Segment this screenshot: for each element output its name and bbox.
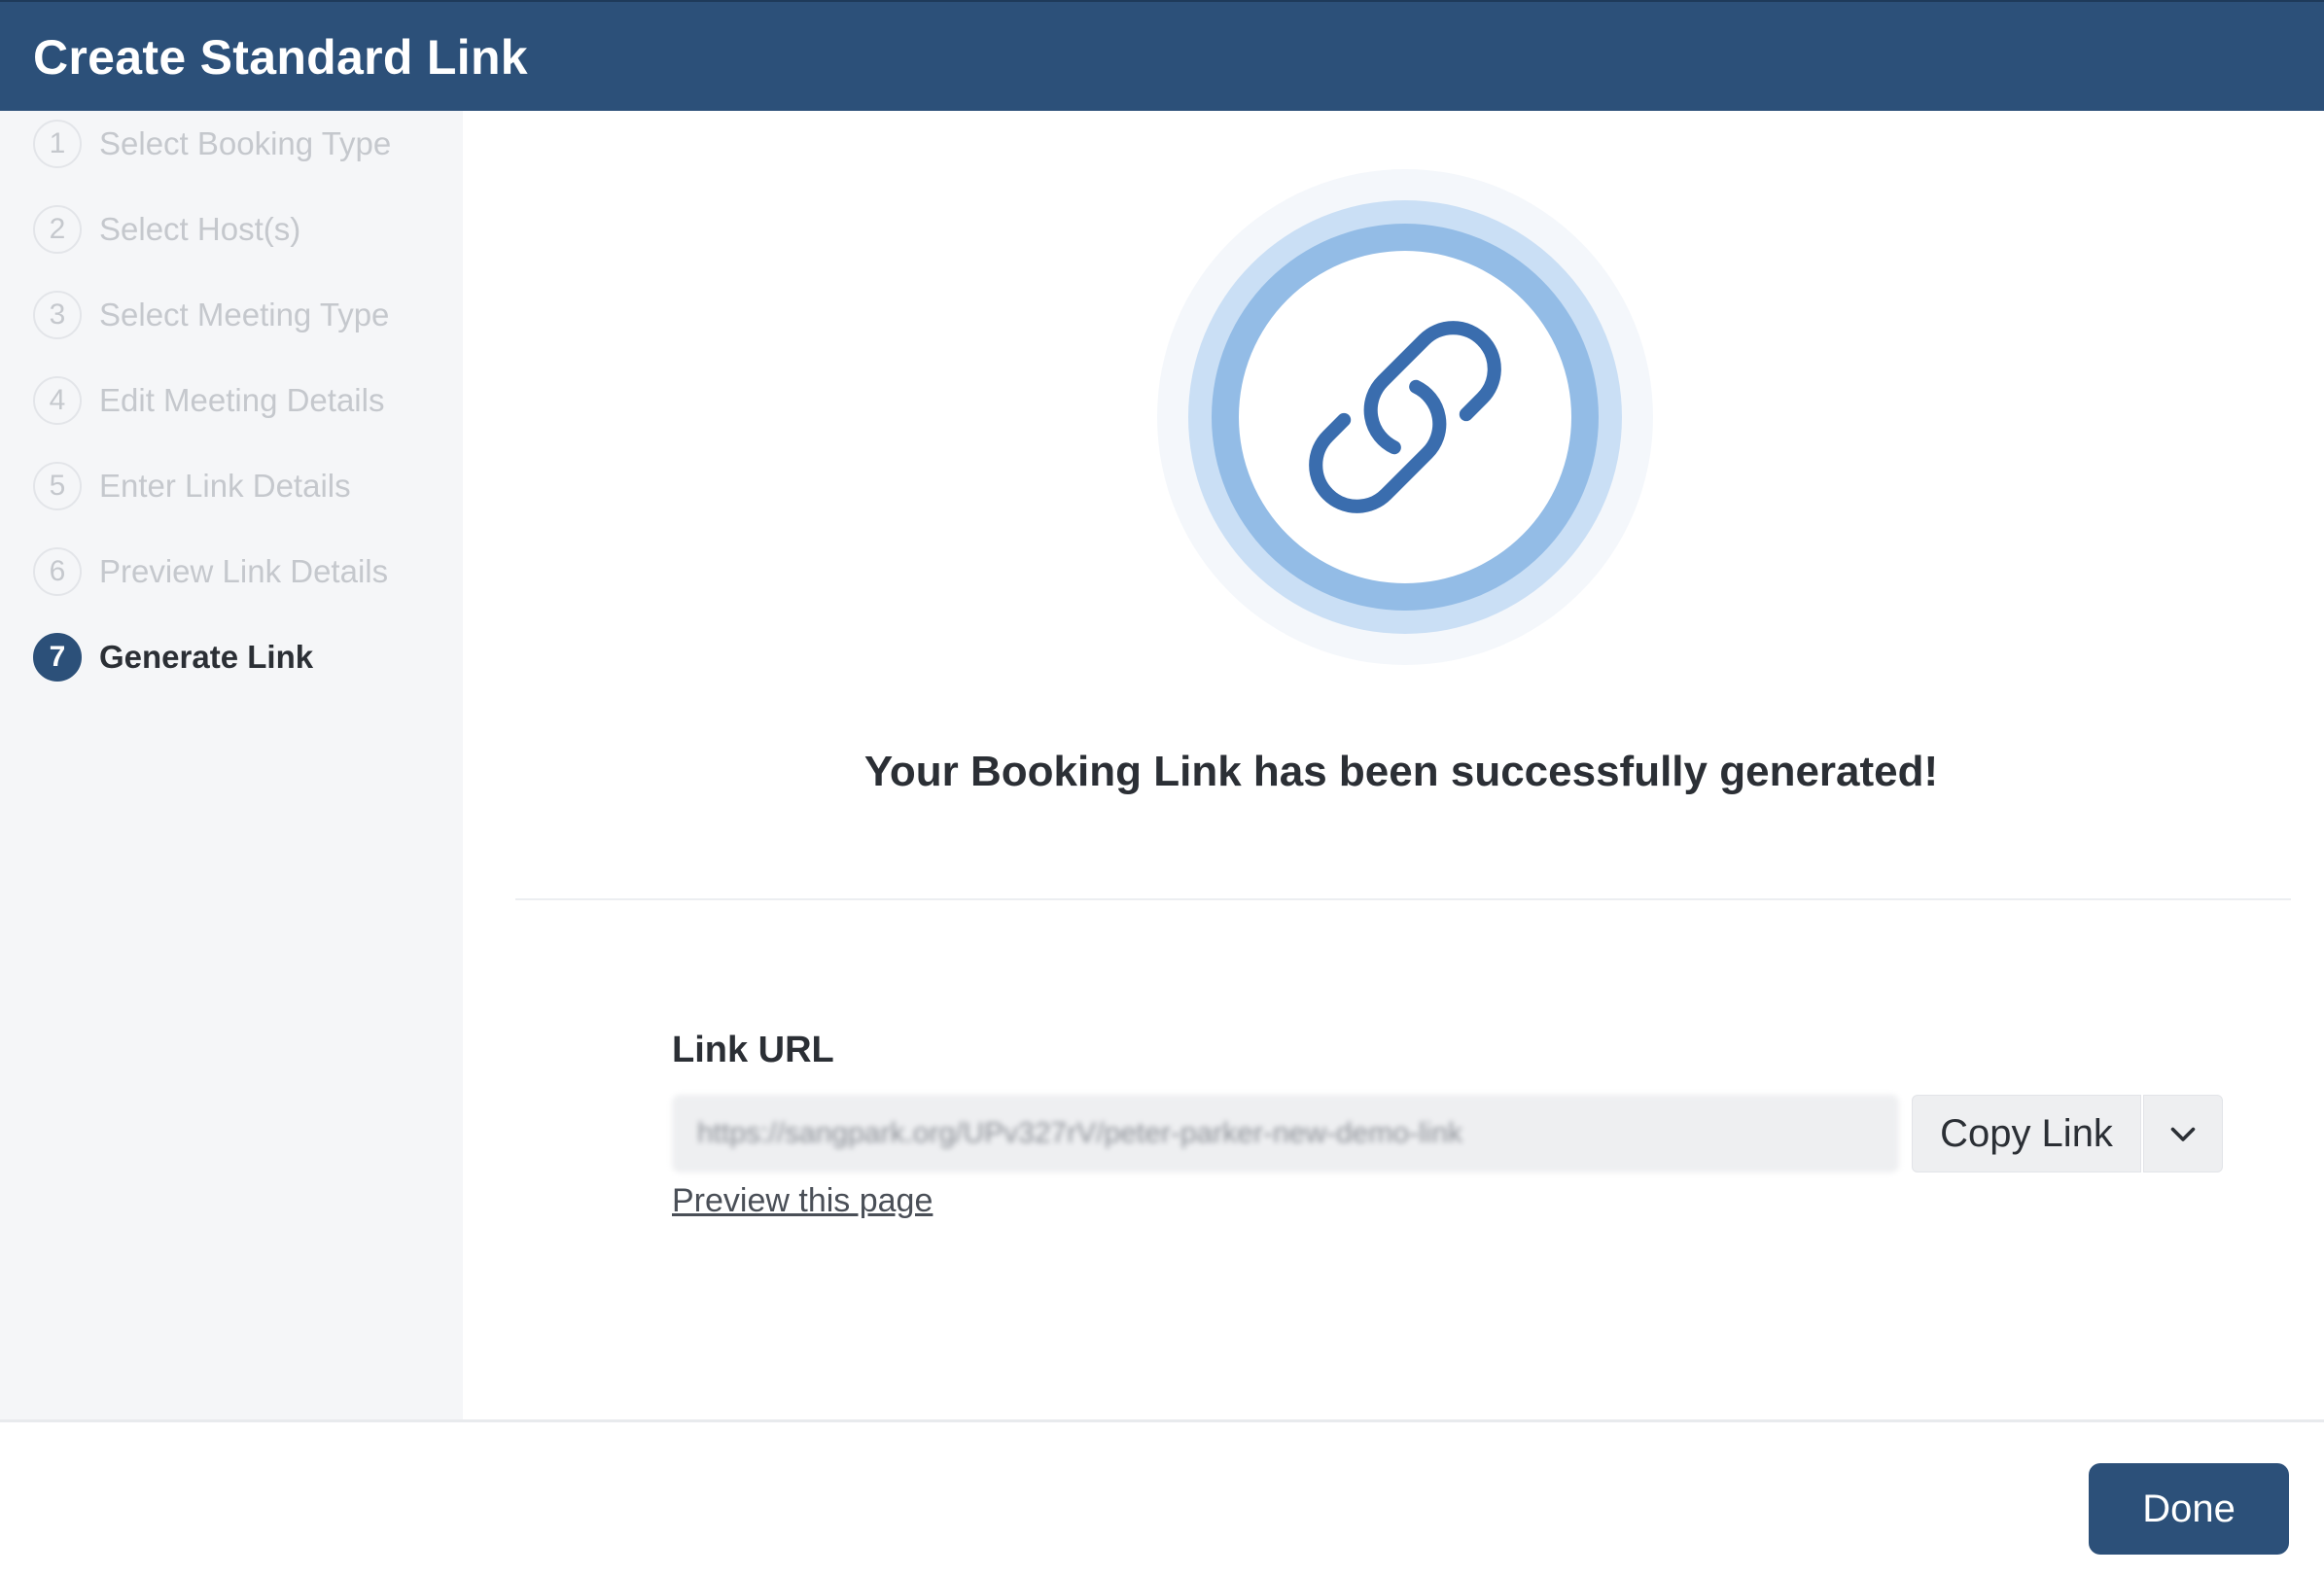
modal-header: Create Standard Link: [0, 0, 2324, 111]
link-chain-icon: [1309, 321, 1501, 513]
step-label: Select Host(s): [99, 211, 301, 247]
step-number: 6: [33, 547, 82, 596]
copy-link-button[interactable]: Copy Link: [1912, 1095, 2141, 1172]
step-label: Select Booking Type: [99, 125, 392, 161]
step-select-hosts[interactable]: 2 Select Host(s): [33, 202, 300, 257]
steps-sidebar: 1 Select Booking Type 2 Select Host(s) 3…: [0, 111, 463, 1419]
modal-title: Create Standard Link: [33, 30, 528, 85]
step-label: Edit Meeting Details: [99, 382, 385, 418]
link-url-label: Link URL: [672, 1030, 834, 1070]
step-label: Preview Link Details: [99, 553, 389, 589]
link-url-input[interactable]: [672, 1095, 1899, 1172]
section-divider: [515, 898, 2291, 900]
main-content: Your Booking Link has been successfully …: [463, 111, 2324, 1419]
step-number: 1: [33, 120, 82, 168]
copy-options-dropdown[interactable]: [2143, 1095, 2223, 1172]
step-label: Generate Link: [99, 639, 314, 675]
step-select-meeting-type[interactable]: 3 Select Meeting Type: [33, 288, 389, 342]
step-label: Select Meeting Type: [99, 297, 390, 332]
create-link-modal: Create Standard Link 1 Select Booking Ty…: [0, 0, 2324, 1575]
step-generate-link[interactable]: 7 Generate Link: [33, 630, 313, 684]
chevron-down-icon: [2170, 1127, 2196, 1141]
step-number: 7: [33, 633, 82, 682]
done-button[interactable]: Done: [2089, 1463, 2289, 1555]
preview-page-link[interactable]: Preview this page: [672, 1182, 933, 1220]
step-number: 2: [33, 205, 82, 254]
step-enter-link-details[interactable]: 5 Enter Link Details: [33, 459, 351, 513]
step-preview-link-details[interactable]: 6 Preview Link Details: [33, 544, 388, 599]
step-number: 4: [33, 376, 82, 425]
step-label: Enter Link Details: [99, 468, 351, 504]
step-select-booking-type[interactable]: 1 Select Booking Type: [33, 117, 391, 171]
success-message: Your Booking Link has been successfully …: [863, 748, 1939, 795]
step-edit-meeting-details[interactable]: 4 Edit Meeting Details: [33, 373, 384, 428]
modal-footer: Done: [0, 1419, 2324, 1575]
step-number: 3: [33, 291, 82, 339]
step-number: 5: [33, 462, 82, 510]
